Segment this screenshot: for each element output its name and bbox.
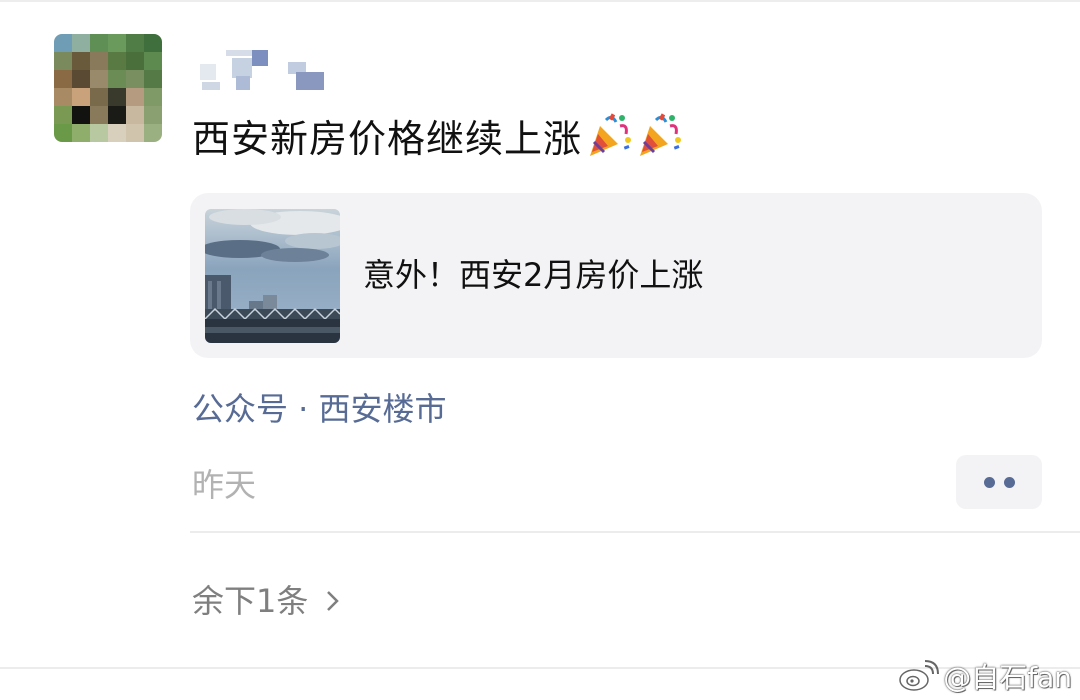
nickname-blurred[interactable] (196, 44, 336, 94)
party-popper-icon (640, 113, 682, 156)
dot-icon (983, 476, 995, 488)
source-link[interactable]: 公众号 · 西安楼市 (192, 384, 447, 434)
weibo-logo-icon (899, 660, 940, 691)
remaining-label: 余下1条 (192, 582, 309, 620)
avatar[interactable] (54, 34, 162, 142)
post-text: 西安新房价格继续上涨 (192, 112, 682, 164)
article-title: 意外！西安2月房价上涨 (363, 256, 704, 294)
show-remaining-link[interactable]: 余下1条 (192, 576, 344, 626)
party-popper-icon (590, 113, 632, 156)
divider (190, 531, 1080, 533)
post-text-content: 西安新房价格继续上涨 (192, 117, 583, 161)
chevron-right-icon (327, 591, 340, 611)
post-time: 昨天 (192, 466, 257, 504)
more-actions-button[interactable] (956, 455, 1042, 509)
dot-icon (1003, 476, 1015, 488)
article-thumbnail (205, 209, 340, 343)
watermark: @自石fan (897, 656, 1072, 696)
top-divider (0, 0, 1080, 2)
shared-article-card[interactable]: 意外！西安2月房价上涨 (190, 193, 1042, 358)
watermark-text: @自石fan (943, 661, 1072, 694)
